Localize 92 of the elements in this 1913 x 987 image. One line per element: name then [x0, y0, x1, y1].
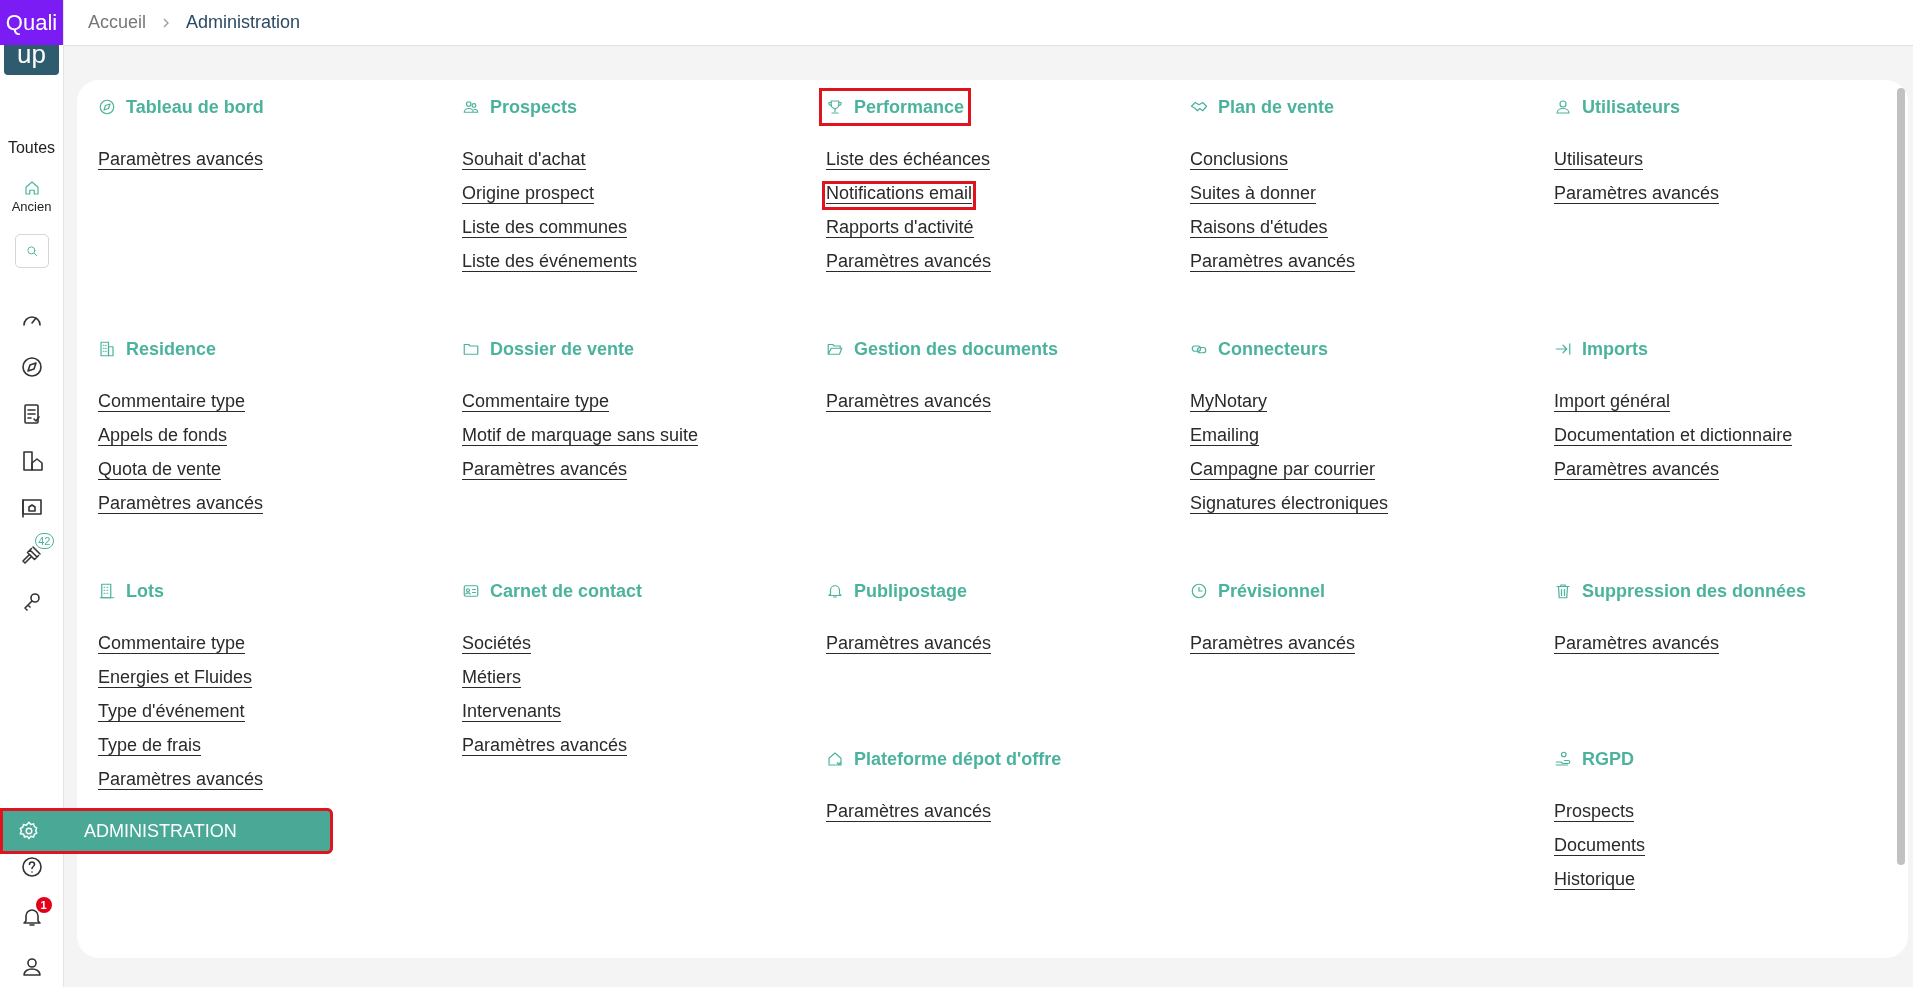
settings-link[interactable]: Emailing — [1190, 421, 1260, 455]
compass-icon — [98, 98, 116, 116]
settings-link[interactable]: Import général — [1554, 387, 1671, 421]
compass-icon — [19, 355, 44, 379]
settings-link[interactable]: Documents — [1554, 831, 1646, 865]
section-title: Residence — [126, 338, 217, 360]
home-icon — [22, 179, 41, 197]
settings-link[interactable]: Paramètres avancés — [98, 765, 264, 799]
settings-icon — [18, 820, 40, 842]
users-icon — [462, 98, 480, 116]
settings-link[interactable]: Paramètres avancés — [1554, 179, 1720, 213]
settings-link[interactable]: Paramètres avancés — [462, 455, 628, 489]
scrollbar[interactable] — [1897, 88, 1905, 865]
section-title: Utilisateurs — [1582, 96, 1681, 118]
section-title: Plateforme dépot d'offre — [854, 748, 1062, 770]
section-title: Publipostage — [854, 580, 967, 602]
settings-link[interactable]: Liste des échéances — [826, 145, 991, 179]
settings-link[interactable]: Sociétés — [462, 629, 532, 663]
settings-link[interactable]: Raisons d'études — [1190, 213, 1328, 247]
logo: Quali — [0, 0, 63, 45]
section-title: Dossier de vente — [490, 338, 635, 360]
settings-link[interactable]: MyNotary — [1190, 387, 1267, 421]
settings-link[interactable]: Campagne par courrier — [1190, 455, 1376, 489]
section-title: Imports — [1582, 338, 1648, 360]
building-icon — [98, 582, 116, 600]
settings-link[interactable]: Liste des événements — [462, 247, 638, 281]
settings-link[interactable]: Utilisateurs — [1554, 145, 1644, 179]
settings-link[interactable]: Paramètres avancés — [1190, 629, 1356, 663]
settings-link[interactable]: Appels de fonds — [98, 421, 228, 455]
settings-link[interactable]: Notifications email — [826, 179, 973, 213]
settings-link[interactable]: Métiers — [462, 663, 521, 697]
settings-link[interactable]: Paramètres avancés — [1554, 629, 1720, 663]
settings-link[interactable]: Souhait d'achat — [462, 145, 586, 179]
settings-link[interactable]: Intervenants — [462, 697, 562, 731]
filter-label[interactable]: Toutes — [7, 139, 56, 157]
settings-link[interactable]: Prospects — [1554, 797, 1635, 831]
gavel-icon — [19, 543, 44, 567]
clock-icon — [1190, 582, 1208, 600]
section-title: Gestion des documents — [854, 338, 1059, 360]
settings-link[interactable]: Conclusions — [1190, 145, 1289, 179]
settings-link[interactable]: Paramètres avancés — [1554, 455, 1720, 489]
section-title: Carnet de contact — [490, 580, 643, 602]
section-title: Lots — [126, 580, 164, 602]
settings-link[interactable]: Motif de marquage sans suite — [462, 421, 699, 455]
hand-coin-icon — [1554, 750, 1572, 768]
settings-link[interactable]: Paramètres avancés — [98, 145, 264, 179]
settings-link[interactable]: Suites à donner — [1190, 179, 1317, 213]
settings-link[interactable]: Type d'événement — [98, 697, 245, 731]
import-arrow-icon — [1554, 340, 1572, 358]
breadcrumb-link[interactable]: Administration — [186, 12, 301, 33]
settings-link[interactable]: Paramètres avancés — [1190, 247, 1356, 281]
settings-link[interactable]: Liste des communes — [462, 213, 628, 247]
search-icon — [24, 244, 39, 258]
settings-link[interactable]: Energies et Fluides — [98, 663, 253, 697]
settings-link[interactable]: Commentaire type — [462, 387, 610, 421]
section-title: Plan de vente — [1218, 96, 1335, 118]
bell-icon — [826, 582, 844, 600]
building-icon — [98, 340, 116, 358]
section-title: Tableau de bord — [126, 96, 264, 118]
trophy-icon — [826, 98, 844, 116]
settings-link[interactable]: Paramètres avancés — [826, 629, 992, 663]
settings-link[interactable]: Paramètres avancés — [462, 731, 628, 765]
logo-mark: up — [4, 45, 59, 75]
settings-link[interactable]: Commentaire type — [98, 629, 246, 663]
notification-badge: 1 — [35, 897, 52, 913]
settings-link[interactable]: Signatures électroniques — [1190, 489, 1389, 523]
settings-link[interactable]: Documentation et dictionnaire — [1554, 421, 1793, 455]
section-title: Prospects — [490, 96, 578, 118]
user-icon — [1554, 98, 1572, 116]
section-title: RGPD — [1582, 748, 1634, 770]
help-icon — [19, 855, 44, 879]
section-title: Performance — [854, 96, 965, 118]
house-icon — [826, 750, 844, 768]
settings-link[interactable]: Type de frais — [98, 731, 202, 765]
settings-link[interactable]: Paramètres avancés — [826, 387, 992, 421]
settings-link[interactable]: Historique — [1554, 865, 1636, 899]
section-title: Suppression des données — [1582, 580, 1807, 602]
settings-link[interactable]: Origine prospect — [462, 179, 595, 213]
settings-link[interactable]: Commentaire type — [98, 387, 246, 421]
home-button[interactable]: Ancien — [9, 177, 54, 216]
breadcrumb-link[interactable]: Accueil — [88, 12, 147, 33]
section-title: Connecteurs — [1218, 338, 1329, 360]
settings-link[interactable]: Paramètres avancés — [826, 797, 992, 831]
settings-link[interactable]: Quota de vente — [98, 455, 222, 489]
settings-link[interactable]: Rapports d'activité — [826, 213, 974, 247]
section-title: Prévisionnel — [1218, 580, 1326, 602]
settings-link[interactable]: Paramètres avancés — [98, 489, 264, 523]
settings-link[interactable]: Paramètres avancés — [826, 247, 992, 281]
trash-icon — [1554, 582, 1572, 600]
board-icon — [19, 496, 44, 520]
count-badge: 42 — [35, 533, 54, 549]
contact-card-icon — [462, 582, 480, 600]
